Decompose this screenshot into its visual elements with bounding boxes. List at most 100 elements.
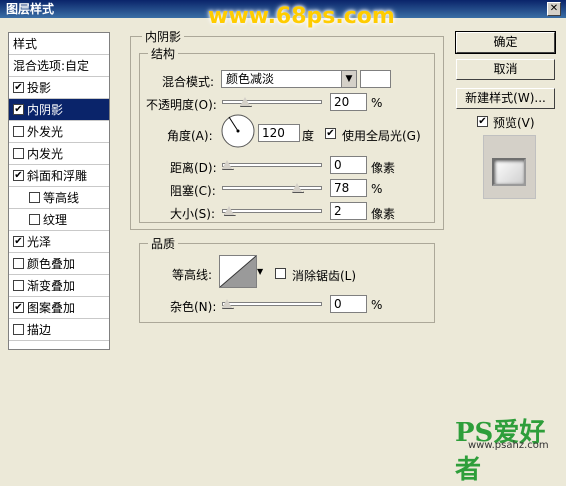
- size-label: 大小(S):: [170, 207, 216, 221]
- style-list-item[interactable]: ✔ 图案叠加: [9, 297, 109, 319]
- blend-mode-value: 颜色减淡: [226, 72, 275, 86]
- preview-swatch: [492, 158, 526, 186]
- noise-percent: %: [371, 298, 383, 312]
- window-title: 图层样式: [6, 2, 55, 16]
- style-checkbox[interactable]: [13, 126, 24, 137]
- style-list-item-label: 渐变叠加: [27, 279, 76, 293]
- new-style-button[interactable]: 新建样式(W)...: [456, 88, 555, 109]
- chevron-down-icon[interactable]: ▼: [257, 267, 265, 277]
- opacity-slider[interactable]: [222, 96, 322, 108]
- style-checkbox[interactable]: [13, 258, 24, 269]
- inner-shadow-title: 内阴影: [142, 28, 185, 45]
- preview-label[interactable]: 预览(V): [493, 114, 535, 131]
- noise-thumb[interactable]: [222, 299, 232, 308]
- style-list-item-label: 等高线: [43, 191, 80, 205]
- psahz-url: www.psahz.com: [468, 440, 549, 451]
- ok-button[interactable]: 确定: [455, 31, 556, 54]
- size-unit: 像素: [371, 207, 396, 221]
- opacity-thumb[interactable]: [240, 97, 250, 106]
- style-checkbox[interactable]: [29, 192, 40, 203]
- antialias-label[interactable]: 消除锯齿(L): [292, 267, 356, 284]
- chevron-down-icon: ▼: [341, 71, 356, 87]
- style-list-item[interactable]: 内发光: [9, 143, 109, 165]
- preview-checkbox[interactable]: ✔: [477, 116, 488, 127]
- style-list-item-label: 描边: [27, 323, 52, 337]
- shadow-color-swatch[interactable]: [360, 70, 391, 88]
- size-track: [222, 209, 322, 213]
- style-list-item[interactable]: 渐变叠加: [9, 275, 109, 297]
- quality-title: 品质: [148, 235, 179, 252]
- choke-input[interactable]: 78: [330, 179, 367, 197]
- distance-input[interactable]: 0: [330, 156, 367, 174]
- style-list-item[interactable]: 等高线: [9, 187, 109, 209]
- noise-input[interactable]: 0: [330, 295, 367, 313]
- style-checkbox[interactable]: ✔: [13, 82, 24, 93]
- style-list-item[interactable]: ✔ 光泽: [9, 231, 109, 253]
- style-list-item[interactable]: 纹理: [9, 209, 109, 231]
- structure-title: 结构: [148, 45, 179, 62]
- style-list: 样式 混合选项:自定 ✔ 投影 ✔ 内阴影 外发光 内发光 ✔ 斜面和浮雕 等高线 纹理 ✔ 光泽 颜色叠…: [8, 32, 110, 350]
- style-list-item-label: 图案叠加: [27, 301, 76, 315]
- opacity-percent: %: [371, 96, 383, 110]
- style-list-item-label: 外发光: [27, 125, 64, 139]
- contour-label: 等高线:: [172, 268, 213, 282]
- style-list-item[interactable]: 外发光: [9, 121, 109, 143]
- style-checkbox[interactable]: [13, 148, 24, 159]
- style-list-item[interactable]: ✔ 投影: [9, 77, 109, 99]
- close-button[interactable]: ✕: [547, 2, 561, 16]
- style-list-item[interactable]: 颜色叠加: [9, 253, 109, 275]
- opacity-input[interactable]: 20: [330, 93, 367, 111]
- style-checkbox[interactable]: ✔: [13, 236, 24, 247]
- angle-label: 角度(A):: [167, 129, 213, 143]
- size-input[interactable]: 2: [330, 202, 367, 220]
- noise-label: 杂色(N):: [170, 300, 217, 314]
- angle-dial[interactable]: [220, 113, 256, 149]
- style-list-item-label: 颜色叠加: [27, 257, 76, 271]
- choke-track: [222, 186, 322, 190]
- style-checkbox[interactable]: [13, 280, 24, 291]
- contour-curve-icon: [219, 255, 257, 288]
- style-list-item-label: 光泽: [27, 235, 52, 249]
- style-list-item[interactable]: 描边: [9, 319, 109, 341]
- style-checkbox[interactable]: [29, 214, 40, 225]
- style-checkbox[interactable]: ✔: [13, 302, 24, 313]
- style-list-item-label: 纹理: [43, 213, 68, 227]
- antialias-checkbox[interactable]: [275, 268, 286, 279]
- cancel-button[interactable]: 取消: [456, 59, 555, 80]
- distance-track: [222, 163, 322, 167]
- style-list-item-label: 投影: [27, 81, 52, 95]
- size-thumb[interactable]: [223, 206, 234, 215]
- style-list-item-label: 内阴影: [27, 103, 64, 117]
- style-list-item-label: 内发光: [27, 147, 64, 161]
- choke-percent: %: [371, 182, 383, 196]
- choke-label: 阻塞(C):: [170, 184, 216, 198]
- style-list-item-label: 混合选项:自定: [13, 59, 90, 73]
- style-checkbox[interactable]: ✔: [13, 104, 24, 115]
- noise-track: [222, 302, 322, 306]
- style-list-header[interactable]: 样式: [9, 33, 109, 55]
- contour-picker[interactable]: ▼: [219, 255, 263, 288]
- layer-style-dialog: 图层样式 ✕ www.68ps.com 样式 混合选项:自定 ✔ 投影 ✔ 内阴影 外发光…: [0, 0, 566, 485]
- choke-slider[interactable]: [222, 182, 322, 194]
- style-checkbox[interactable]: [13, 324, 24, 335]
- style-list-item[interactable]: ✔ 斜面和浮雕: [9, 165, 109, 187]
- distance-thumb[interactable]: [222, 160, 232, 169]
- distance-label: 距离(D):: [170, 161, 217, 175]
- style-list-item[interactable]: 混合选项:自定: [9, 55, 109, 77]
- blend-mode-label: 混合模式:: [162, 75, 215, 89]
- style-checkbox[interactable]: ✔: [13, 170, 24, 181]
- choke-thumb[interactable]: [292, 183, 303, 192]
- size-slider[interactable]: [222, 205, 322, 217]
- noise-slider[interactable]: [222, 298, 322, 310]
- opacity-track: [222, 100, 322, 104]
- global-light-label[interactable]: 使用全局光(G): [342, 127, 421, 144]
- watermark-68ps: www.68ps.com: [208, 4, 395, 29]
- style-list-item[interactable]: ✔ 内阴影: [9, 99, 109, 121]
- global-light-checkbox[interactable]: ✔: [325, 128, 336, 139]
- blend-mode-select[interactable]: 颜色减淡 ▼: [221, 70, 357, 88]
- distance-unit: 像素: [371, 161, 396, 175]
- distance-slider[interactable]: [222, 159, 322, 171]
- angle-input[interactable]: 120: [258, 124, 300, 142]
- angle-unit: 度: [302, 129, 315, 143]
- style-preview: [483, 135, 536, 199]
